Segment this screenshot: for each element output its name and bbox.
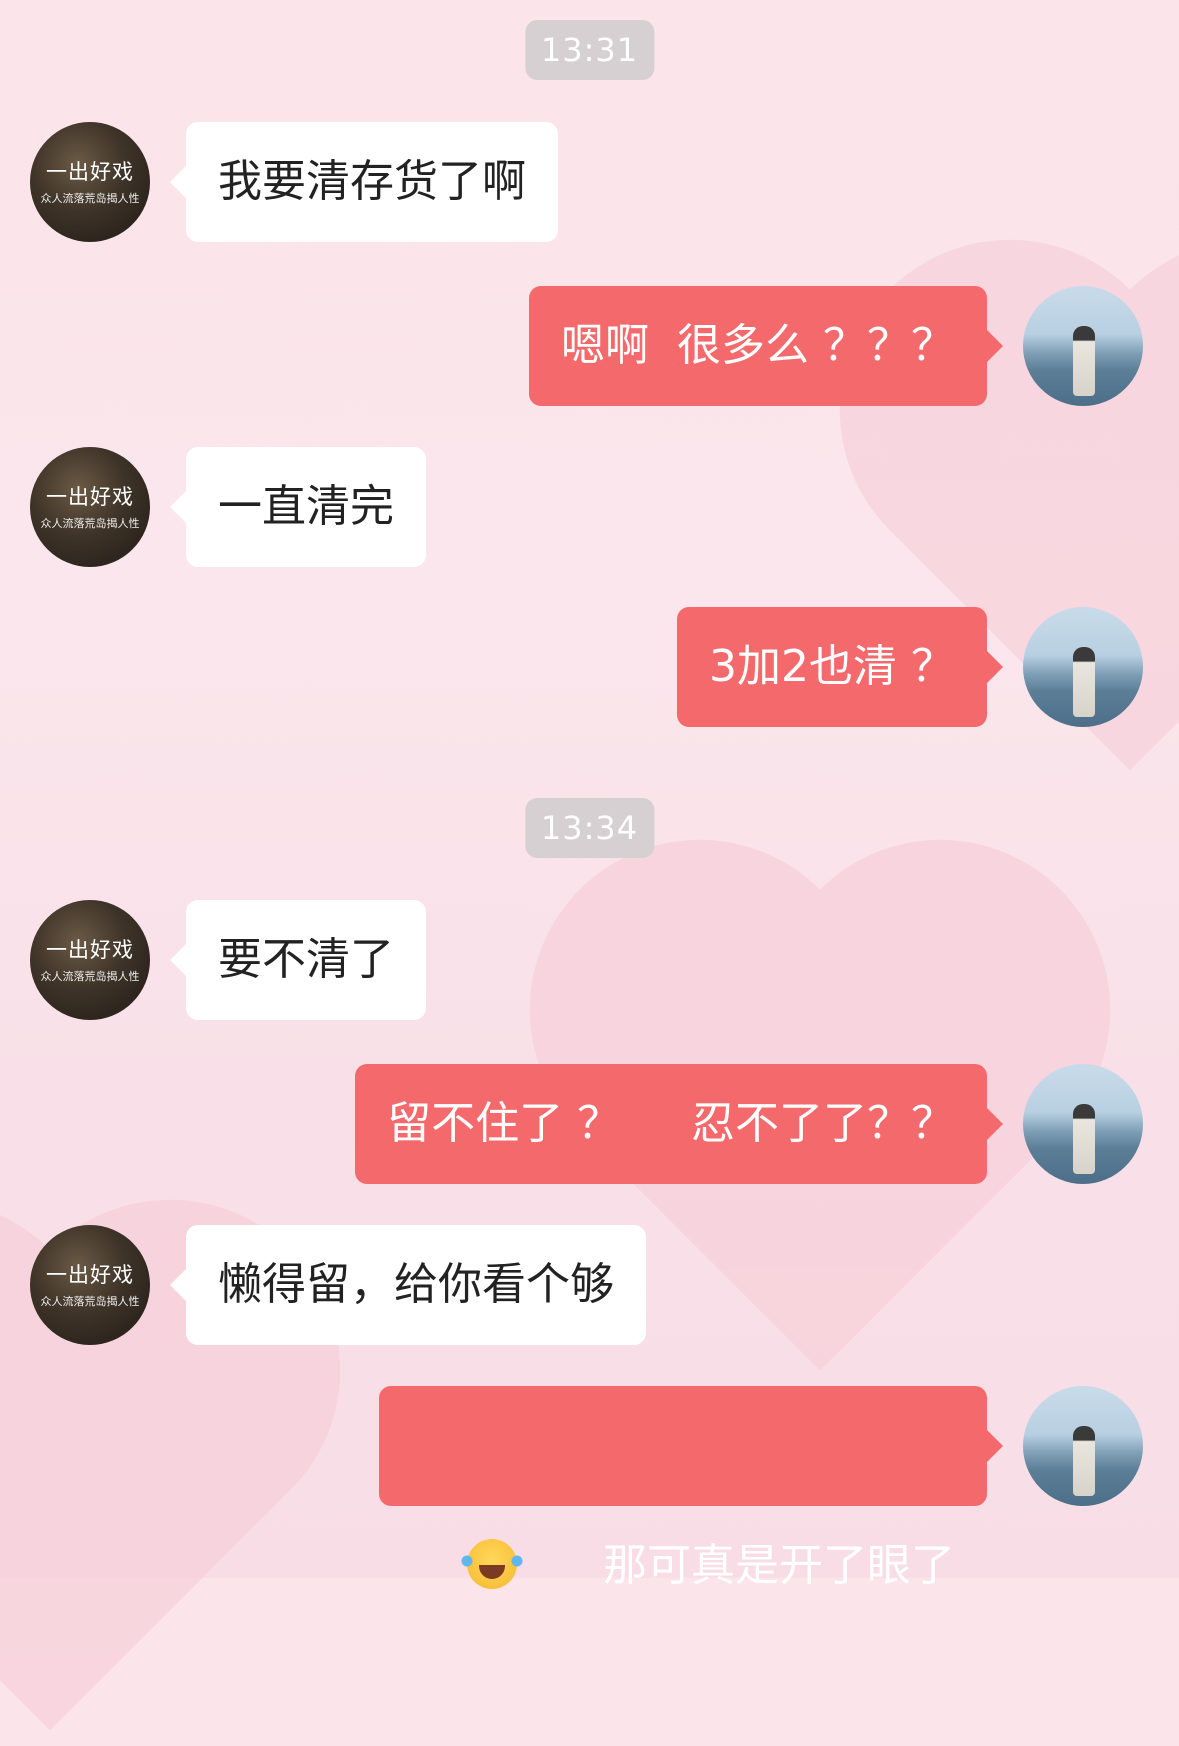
avatar-title: 一出好戏 [46,1263,134,1287]
timestamp: 13:31 [524,20,655,80]
outgoing-message-bubble[interactable]: 嗯啊 很多么 ？？？ [529,286,1003,406]
timestamp: 13:34 [524,798,655,858]
outgoing-message-bubble[interactable]: 那可真是开了眼了 [379,1386,1003,1591]
user-avatar[interactable] [1023,286,1143,406]
avatar-title: 一出好戏 [46,160,134,184]
avatar-figure [1073,1426,1095,1496]
avatar-subtitle: 众人流落荒岛揭人性 [40,1295,140,1308]
avatar-subtitle: 众人流落荒岛揭人性 [40,192,140,205]
avatar-title: 一出好戏 [46,938,134,962]
avatar-figure [1073,326,1095,396]
message-text: 那可真是开了眼了 [603,1540,955,1591]
outgoing-message-bubble[interactable]: 留不住了 ？ 忍不了了？？ [355,1064,1003,1184]
incoming-message-bubble[interactable]: 要不清了 [170,900,426,1020]
contact-avatar[interactable]: 一出好戏 众人流落荒岛揭人性 [30,447,150,567]
incoming-message-bubble[interactable]: 懒得留，给你看个够 [170,1225,646,1345]
user-avatar[interactable] [1023,1064,1143,1184]
incoming-message-bubble[interactable]: 我要清存货了啊 [170,122,558,242]
avatar-subtitle: 众人流落荒岛揭人性 [40,517,140,530]
user-avatar[interactable] [1023,607,1143,727]
avatar-figure [1073,647,1095,717]
contact-avatar[interactable]: 一出好戏 众人流落荒岛揭人性 [30,1225,150,1345]
avatar-title: 一出好戏 [46,485,134,509]
outgoing-message-bubble[interactable]: 3加2也清 ？ [677,607,1003,727]
avatar-subtitle: 众人流落荒岛揭人性 [40,970,140,983]
contact-avatar[interactable]: 一出好戏 众人流落荒岛揭人性 [30,900,150,1020]
contact-avatar[interactable]: 一出好戏 众人流落荒岛揭人性 [30,122,150,242]
avatar-figure [1073,1104,1095,1174]
user-avatar[interactable] [1023,1386,1143,1506]
incoming-message-bubble[interactable]: 一直清完 [170,447,426,567]
face-with-tears-of-joy-icon [461,1539,523,1589]
